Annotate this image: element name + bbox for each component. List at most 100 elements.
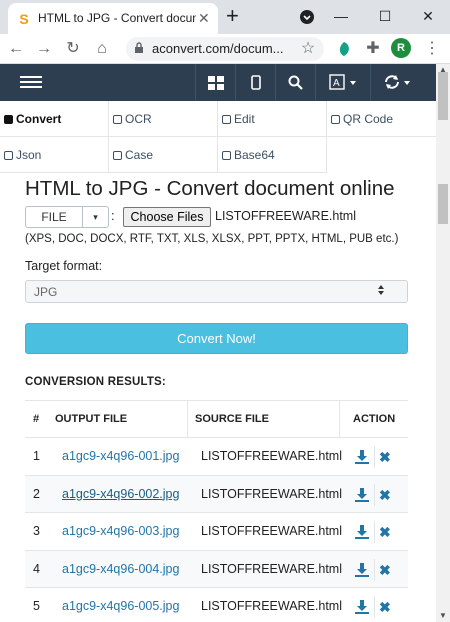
source-file-name: LISTOFFREEWARE.html — [201, 524, 342, 538]
conversion-results-heading: CONVERSION RESULTS: — [25, 376, 166, 388]
browser-toolbar: ← → ↻ ⌂ aconvert.com/docum... ☆ ✚ R ⋮ — [0, 34, 450, 64]
lock-icon — [134, 42, 144, 57]
output-file-link[interactable]: a1gc9-x4q96-001.jpg — [62, 438, 179, 475]
table-row: 4 a1gc9-x4q96-004.jpg LISTOFFREEWARE.htm… — [25, 550, 408, 588]
checkbox-icon — [222, 151, 231, 160]
tool-label: Edit — [234, 112, 255, 126]
favicon-icon: S — [19, 11, 29, 27]
delete-icon[interactable]: ✖ — [379, 488, 391, 502]
site-navbar: A — [0, 64, 436, 101]
browser-tab-bar: S HTML to JPG - Convert docume ✕ + — ☐ ✕ — [0, 0, 450, 34]
address-bar[interactable]: aconvert.com/docum... — [126, 37, 324, 61]
output-file-link[interactable]: a1gc9-x4q96-003.jpg — [62, 513, 179, 550]
forward-button[interactable]: → — [33, 38, 55, 60]
tool-label: QR Code — [343, 112, 394, 126]
header-source-file: SOURCE FILE — [187, 401, 269, 437]
scroll-down-arrow-icon[interactable]: ▼ — [439, 611, 447, 620]
results-table: # OUTPUT FILE SOURCE FILE ACTION 1 a1gc9… — [25, 400, 408, 622]
tool-grid: Convert OCR Edit QR Code Json Case Base6… — [0, 101, 436, 173]
header-action: ACTION — [339, 401, 395, 437]
browser-menu-icon[interactable]: ⋮ — [421, 38, 443, 60]
checkbox-icon — [4, 151, 13, 160]
checkbox-icon — [4, 115, 13, 124]
reload-button[interactable]: ↻ — [62, 38, 84, 60]
file-source-button[interactable]: FILE — [25, 206, 83, 228]
delete-icon[interactable]: ✖ — [379, 450, 391, 464]
download-icon[interactable] — [355, 562, 369, 577]
delete-icon[interactable]: ✖ — [379, 600, 391, 614]
source-file-name: LISTOFFREEWARE.html — [201, 561, 342, 576]
leaf-icon — [339, 42, 349, 56]
hamburger-menu-icon[interactable] — [20, 73, 42, 91]
home-button[interactable]: ⌂ — [91, 38, 113, 60]
sync-icon[interactable] — [370, 64, 425, 101]
row-actions: ✖ — [355, 438, 395, 475]
tool-base64[interactable]: Base64 — [218, 137, 327, 173]
grid-icon[interactable] — [195, 64, 235, 101]
browser-tab[interactable]: S HTML to JPG - Convert docume ✕ — [8, 3, 218, 34]
extension-icon[interactable] — [333, 38, 355, 60]
target-format-value: JPG — [34, 285, 58, 299]
convert-now-button[interactable]: Convert Now! — [25, 323, 408, 354]
scrollbar-thumb[interactable] — [438, 184, 448, 224]
row-number: 4 — [33, 561, 40, 576]
row-number: 3 — [33, 524, 40, 538]
colon-separator: : — [111, 208, 115, 223]
table-row: 3 a1gc9-x4q96-003.jpg LISTOFFREEWARE.htm… — [25, 513, 408, 551]
row-number: 2 — [33, 486, 40, 501]
bookmark-star-icon[interactable]: ☆ — [297, 38, 319, 60]
page-scrollbar[interactable]: ▲ ▼ — [436, 64, 450, 622]
row-number: 5 — [33, 599, 40, 613]
checkbox-icon — [222, 115, 231, 124]
checkbox-icon — [113, 115, 122, 124]
choose-files-button[interactable]: Choose Files — [123, 207, 211, 227]
results-header-row: # OUTPUT FILE SOURCE FILE ACTION — [25, 400, 408, 438]
output-file-link[interactable]: a1gc9-x4q96-004.jpg — [62, 551, 179, 588]
search-icon[interactable] — [275, 64, 315, 101]
source-file-name: LISTOFFREEWARE.html — [201, 486, 342, 501]
delete-icon[interactable]: ✖ — [379, 525, 391, 539]
row-actions: ✖ — [355, 513, 395, 550]
page-title: HTML to JPG - Convert document online — [25, 177, 395, 200]
table-row: 1 a1gc9-x4q96-001.jpg LISTOFFREEWARE.htm… — [25, 438, 408, 476]
window-close-button[interactable]: ✕ — [408, 0, 448, 34]
download-icon[interactable] — [355, 525, 369, 539]
extensions-puzzle-icon[interactable]: ✚ — [362, 38, 384, 60]
target-format-label: Target format: — [25, 259, 103, 273]
tool-case[interactable]: Case — [109, 137, 218, 173]
minimize-button[interactable]: — — [321, 0, 361, 34]
row-actions: ✖ — [355, 551, 395, 588]
tab-close-icon[interactable]: ✕ — [198, 10, 210, 26]
checkbox-icon — [331, 115, 340, 124]
new-tab-button[interactable]: + — [226, 4, 239, 28]
tool-label: Convert — [16, 112, 62, 126]
tool-json[interactable]: Json — [0, 137, 109, 173]
mobile-icon[interactable] — [235, 64, 275, 101]
maximize-button[interactable]: ☐ — [365, 0, 405, 34]
source-file-name: LISTOFFREEWARE.html — [201, 599, 342, 613]
tool-qr-code[interactable]: QR Code — [327, 101, 436, 137]
download-icon[interactable] — [355, 600, 369, 614]
file-source-dropdown[interactable]: ▾ — [82, 206, 109, 228]
url-text: aconvert.com/docum... — [152, 41, 284, 56]
tool-edit[interactable]: Edit — [218, 101, 327, 137]
target-format-select[interactable]: JPG — [25, 280, 408, 303]
download-icon[interactable] — [355, 487, 369, 502]
back-button[interactable]: ← — [5, 38, 27, 60]
tool-label: Base64 — [234, 148, 275, 162]
output-file-link[interactable]: a1gc9-x4q96-005.jpg — [62, 588, 179, 622]
tool-label: OCR — [125, 112, 152, 126]
chosen-file-name: LISTOFFREEWARE.html — [215, 209, 356, 223]
download-icon[interactable] — [355, 450, 369, 464]
tool-ocr[interactable]: OCR — [109, 101, 218, 137]
header-output-file: OUTPUT FILE — [55, 413, 128, 425]
tool-label: Case — [125, 148, 154, 162]
delete-icon[interactable]: ✖ — [379, 563, 391, 577]
output-file-link[interactable]: a1gc9-x4q96-002.jpg — [62, 476, 179, 513]
tool-convert[interactable]: Convert — [0, 101, 109, 137]
scrollbar-thumb[interactable] — [438, 72, 448, 120]
translate-icon[interactable]: A — [315, 64, 370, 101]
profile-avatar[interactable]: R — [391, 38, 411, 58]
checkbox-icon — [113, 151, 122, 160]
svg-text:A: A — [333, 78, 340, 89]
